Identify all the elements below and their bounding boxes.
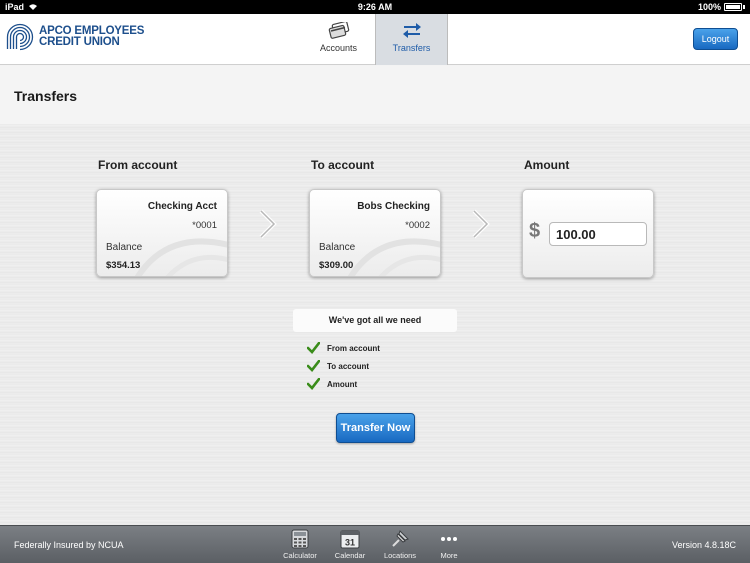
footer-tab-label: Calculator [283, 551, 317, 560]
footer-tab-calculator[interactable]: Calculator [277, 529, 323, 560]
currency-symbol: $ [529, 220, 541, 242]
footer-tab-label: More [440, 551, 458, 560]
footer-tab-locations[interactable]: Locations [377, 529, 423, 560]
checklist-item-label: From account [327, 343, 380, 353]
tab-accounts-label: Accounts [319, 43, 358, 53]
from-account-name: Checking Acct [147, 201, 217, 212]
amount-card: $ [522, 189, 654, 278]
logo: APCO EMPLOYEES CREDIT UNION [6, 23, 144, 51]
footer-bar: Federally Insured by NCUA Calculator 31 … [0, 525, 750, 563]
app-version: Version 4.8.18C [671, 540, 736, 550]
amount-input[interactable] [549, 222, 647, 246]
checklist-item-label: To account [327, 361, 370, 371]
footer-tab-label: Locations [383, 551, 417, 560]
to-account-number: *0002 [405, 220, 430, 231]
chevron-right-icon [259, 209, 277, 239]
status-time: 9:26 AM [357, 2, 393, 12]
status-right: 100% [698, 2, 745, 12]
from-balance-label: Balance [106, 242, 143, 253]
footer-tab-more[interactable]: More [426, 529, 472, 560]
logo-text: APCO EMPLOYEES CREDIT UNION [39, 25, 144, 48]
from-account-label: From account [98, 158, 178, 172]
checklist-item-label: Amount [327, 379, 358, 389]
tab-transfers[interactable]: Transfers [375, 14, 448, 65]
amount-label: Amount [524, 158, 570, 172]
from-account-card[interactable]: Checking Acct *0001 Balance $354.13 [96, 189, 228, 277]
tab-accounts[interactable]: Accounts [302, 14, 375, 65]
app-header: APCO EMPLOYEES CREDIT UNION Accounts Tra… [0, 14, 750, 65]
to-account-label: To account [311, 158, 375, 172]
ncua-notice: Federally Insured by NCUA [14, 540, 124, 550]
to-balance-label: Balance [319, 242, 356, 253]
status-bar: iPad 9:26 AM 100% [0, 0, 750, 14]
tab-transfers-label: Transfers [392, 43, 431, 53]
to-balance-value: $309.00 [319, 260, 354, 271]
page-title: Transfers [14, 88, 78, 104]
from-account-number: *0001 [192, 220, 217, 231]
footer-tab-label: Calendar [334, 551, 366, 560]
transfer-arrows-icon [402, 23, 421, 38]
location-pin-icon [392, 530, 409, 547]
cards-icon [328, 22, 349, 39]
checklist-item: Amount [307, 378, 357, 390]
calendar-day: 31 [345, 538, 355, 548]
checkmark-icon [307, 360, 320, 372]
footer-tab-calendar[interactable]: 31 Calendar [327, 529, 373, 560]
more-dots-icon [441, 537, 457, 541]
title-band: Transfers [0, 66, 750, 124]
requirements-checklist: We've got all we need From account To ac… [293, 309, 457, 401]
battery-percent: 100% [697, 2, 721, 12]
checkmark-icon [307, 378, 320, 390]
checkmark-icon [307, 342, 320, 354]
calendar-icon: 31 [340, 530, 360, 549]
logo-line-2: CREDIT UNION [39, 36, 120, 48]
checklist-heading: We've got all we need [293, 309, 457, 332]
checklist-item: From account [307, 342, 380, 354]
to-account-card[interactable]: Bobs Checking *0002 Balance $309.00 [309, 189, 441, 277]
logo-swirl-icon [6, 23, 34, 51]
battery-icon [724, 3, 742, 11]
checklist-item: To account [307, 360, 369, 372]
to-account-name: Bobs Checking [357, 201, 430, 212]
transfer-now-button[interactable]: Transfer Now [336, 413, 415, 443]
from-balance-value: $354.13 [106, 260, 141, 271]
logout-button[interactable]: Logout [693, 28, 738, 50]
chevron-right-icon [472, 209, 490, 239]
calculator-icon [291, 529, 309, 549]
